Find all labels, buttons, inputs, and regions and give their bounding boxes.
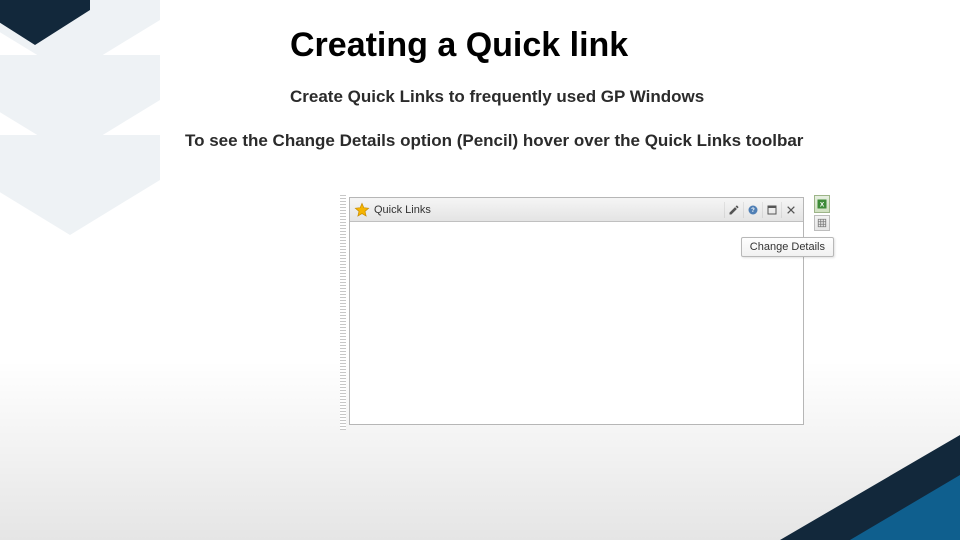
slide-instruction: To see the Change Details option (Pencil…: [185, 131, 960, 151]
help-icon[interactable]: ?: [743, 202, 761, 218]
excel-icon[interactable]: X: [814, 195, 830, 213]
close-icon[interactable]: [781, 202, 799, 218]
grid-icon[interactable]: [814, 215, 830, 231]
screenshot-left-strip: [340, 195, 346, 430]
screenshot-right-sliver: X: [814, 195, 830, 295]
quick-links-toolbar[interactable]: Quick Links ?: [350, 198, 803, 222]
quick-links-panel: Quick Links ?: [349, 197, 804, 425]
bottom-accent: [720, 420, 960, 540]
svg-text:X: X: [820, 202, 825, 209]
quick-links-body: [350, 222, 803, 424]
star-icon: [354, 202, 370, 218]
quick-links-label: Quick Links: [374, 204, 431, 216]
expand-icon[interactable]: [762, 202, 780, 218]
svg-text:?: ?: [751, 208, 755, 214]
slide-subtitle: Create Quick Links to frequently used GP…: [290, 87, 960, 107]
pencil-icon[interactable]: [724, 202, 742, 218]
slide-title: Creating a Quick link: [290, 26, 960, 65]
screenshot-region: Quick Links ? Change Details X: [340, 195, 830, 430]
